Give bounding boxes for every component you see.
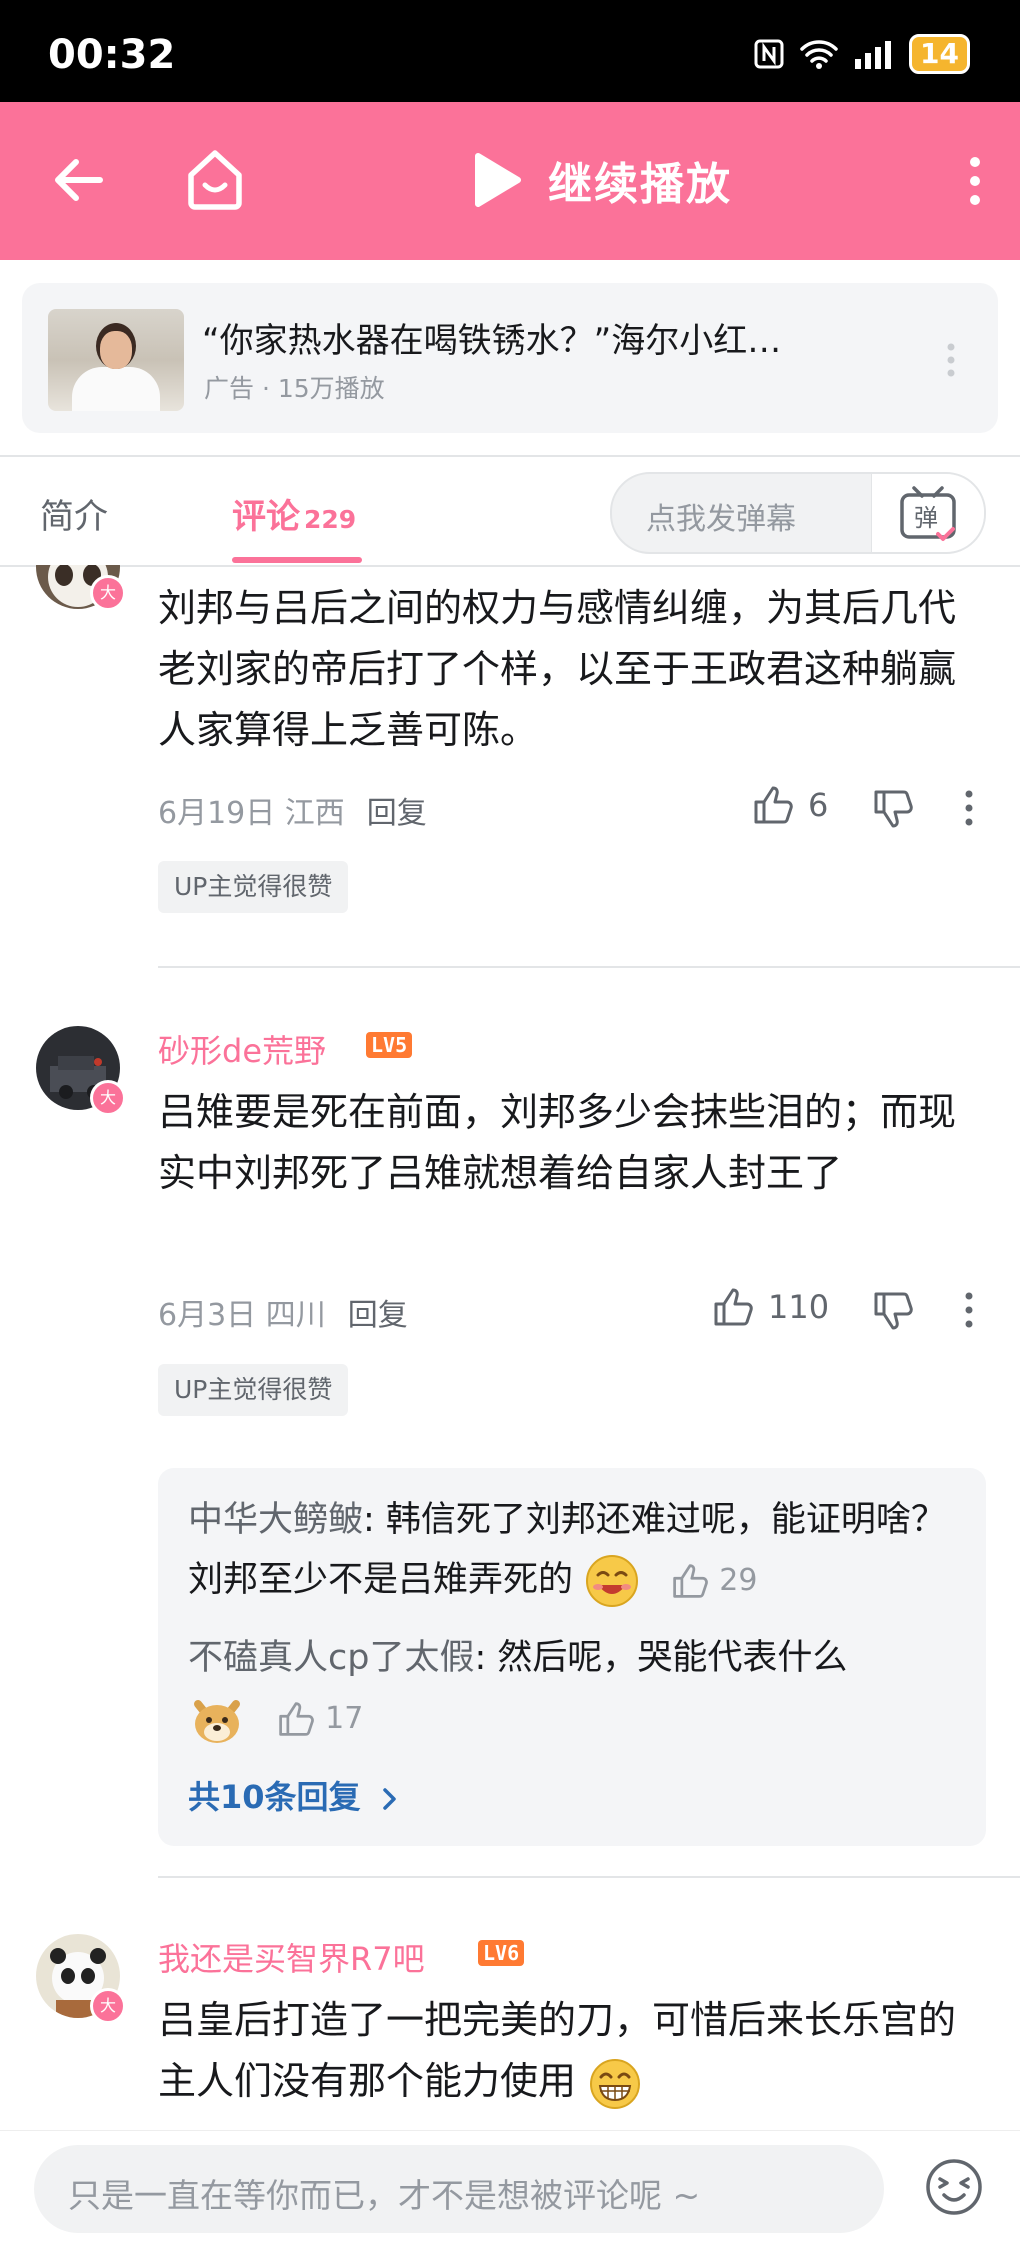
like-button[interactable]: 6	[752, 784, 828, 826]
comment-meta: 6月19日 江西 回复	[158, 788, 427, 832]
reply-button[interactable]: 回复	[348, 1298, 408, 1333]
thumbs-down-icon	[874, 1292, 913, 1330]
tab-comments-label: 评论	[232, 497, 300, 537]
like-count: 6	[808, 786, 829, 824]
thumbs-up-icon	[673, 1564, 709, 1598]
sub-reply[interactable]: 中华大鳑鲏: 韩信死了刘邦还难过呢，能证明啥？刘邦至少不是吕雉弄死的 29	[188, 1490, 968, 1611]
sub-reply-like-count: 17	[325, 1701, 364, 1736]
status-icons: 14	[753, 34, 970, 74]
signal-icon	[855, 41, 892, 69]
tab-comments[interactable]: 评论 229	[232, 489, 356, 538]
arrow-left-icon	[55, 159, 103, 201]
sub-reply[interactable]: 不磕真人cp了太假: 然后呢，哭能代表什么 17	[188, 1628, 968, 1749]
doge-emoji-icon	[194, 1700, 240, 1743]
play-icon	[475, 153, 521, 207]
comment-meta: 6月3日 四川 回复	[158, 1290, 408, 1334]
status-bar: 00:32 14	[0, 0, 1020, 102]
dislike-button[interactable]	[872, 1290, 914, 1336]
comment-text: 刘邦与吕后之间的权力与感情纠缠，为其后几代老刘家的帝后打了个样，以至于王政君这种…	[158, 586, 957, 752]
sub-replies-box: 中华大鳑鲏: 韩信死了刘邦还难过呢，能证明啥？刘邦至少不是吕雉弄死的 29 不磕…	[158, 1468, 986, 1846]
more-vertical-icon	[965, 1292, 973, 1328]
danmaku-input[interactable]: 点我发弹幕 弹	[610, 472, 986, 554]
wifi-icon	[800, 40, 838, 69]
comment-count: 229	[304, 505, 357, 534]
emoji-button[interactable]	[924, 2157, 984, 2221]
continue-play-button[interactable]: 继续播放	[472, 148, 732, 212]
home-button[interactable]	[185, 147, 245, 215]
sub-reply-like-button[interactable]: 17	[277, 1689, 363, 1749]
thumbs-up-icon	[279, 1702, 314, 1736]
comment-date: 6月3日 四川	[158, 1298, 326, 1333]
video-header: 继续播放	[0, 102, 1020, 260]
ad-card[interactable]: “你家热水器在喝铁锈水？”海尔小红… 广告 · 15万播放	[22, 283, 998, 433]
dislike-button[interactable]	[872, 788, 914, 834]
sub-reply-username[interactable]: 中华大鳑鲏	[188, 1500, 363, 1540]
level-badge: LV6	[478, 1940, 525, 1966]
continue-play-label: 继续播放	[548, 159, 732, 210]
emoji-face-icon	[926, 2159, 982, 2215]
comment-more-button[interactable]	[964, 790, 974, 830]
up-liked-tag: UP主觉得很赞	[158, 1364, 349, 1416]
username[interactable]: 我还是买智界R7吧	[158, 1934, 425, 1980]
ad-thumbnail	[48, 309, 184, 411]
status-time: 00:32	[48, 32, 176, 78]
nfc-icon	[754, 39, 784, 69]
ad-meta: 广告 · 15万播放	[204, 374, 385, 403]
vip-badge: 大	[90, 1988, 126, 2024]
sub-reply-like-button[interactable]: 29	[671, 1551, 757, 1611]
active-tab-indicator	[232, 557, 362, 563]
view-all-replies-link[interactable]: 共10条回复	[188, 1772, 400, 1818]
sub-reply-username[interactable]: 不磕真人cp了太假	[188, 1638, 474, 1678]
reply-button[interactable]: 回复	[367, 796, 427, 831]
danmaku-tv-icon: 弹	[900, 486, 956, 541]
laughing-emoji-icon	[586, 1555, 639, 1607]
thumbs-down-icon	[874, 790, 913, 828]
comment-text: 吕皇后打造了一把完美的刀，可惜后来长乐宫的主人们没有那个能力使用	[158, 1990, 978, 2112]
sub-reply-like-count: 29	[719, 1563, 758, 1598]
thumbs-up-icon	[754, 786, 793, 824]
tab-bar: 简介 评论 229 点我发弹幕 弹	[0, 455, 1020, 567]
comment-input-placeholder: 只是一直在等你而已，才不是想被评论呢 ~	[68, 2176, 701, 2215]
thumbs-up-icon	[714, 1288, 753, 1326]
ad-more-button[interactable]	[946, 343, 956, 381]
view-all-replies-label: 共10条回复	[188, 1778, 361, 1816]
up-liked-tag: UP主觉得很赞	[158, 861, 349, 913]
danmaku-icon-text: 弹	[914, 504, 938, 532]
tab-intro[interactable]: 简介	[40, 489, 108, 538]
back-button[interactable]	[50, 152, 106, 212]
comment-date: 6月19日 江西	[158, 796, 345, 831]
comment-input-bar: 只是一直在等你而已，才不是想被评论呢 ~	[0, 2130, 1020, 2251]
comment-divider	[158, 1876, 1020, 1878]
chevron-right-icon	[382, 1788, 396, 1810]
vip-badge: 大	[90, 1080, 126, 1116]
comment-divider	[158, 966, 1020, 968]
more-vertical-icon	[965, 790, 973, 826]
comment-more-button[interactable]	[964, 1292, 974, 1332]
username[interactable]: 砂形de荒野	[158, 1026, 326, 1072]
more-vertical-icon	[947, 343, 955, 377]
sub-reply-text: : 然后呢，哭能代表什么	[474, 1638, 848, 1678]
home-icon	[188, 150, 242, 210]
vip-badge: 大	[90, 575, 126, 611]
like-button[interactable]: 110	[712, 1286, 829, 1328]
comment-input[interactable]: 只是一直在等你而已，才不是想被评论呢 ~	[34, 2145, 884, 2233]
battery-indicator: 14	[909, 34, 970, 74]
comment-text-body: 吕皇后打造了一把完美的刀，可惜后来长乐宫的主人们没有那个能力使用	[158, 1998, 957, 2103]
level-badge: LV5	[366, 1032, 413, 1058]
like-count: 110	[768, 1288, 830, 1326]
comment-text: 吕雉要是死在前面，刘邦多少会抹些泪的；而现实中刘邦死了吕雉就想着给自家人封王了	[158, 1090, 957, 1195]
grinning-emoji-icon	[590, 2058, 641, 2109]
ad-title: “你家热水器在喝铁锈水？”海尔小红…	[202, 321, 782, 361]
danmaku-toggle-button[interactable]: 弹	[871, 474, 984, 552]
more-vertical-icon	[970, 157, 980, 205]
more-menu-button[interactable]	[968, 156, 982, 210]
danmaku-placeholder: 点我发弹幕	[646, 502, 796, 537]
